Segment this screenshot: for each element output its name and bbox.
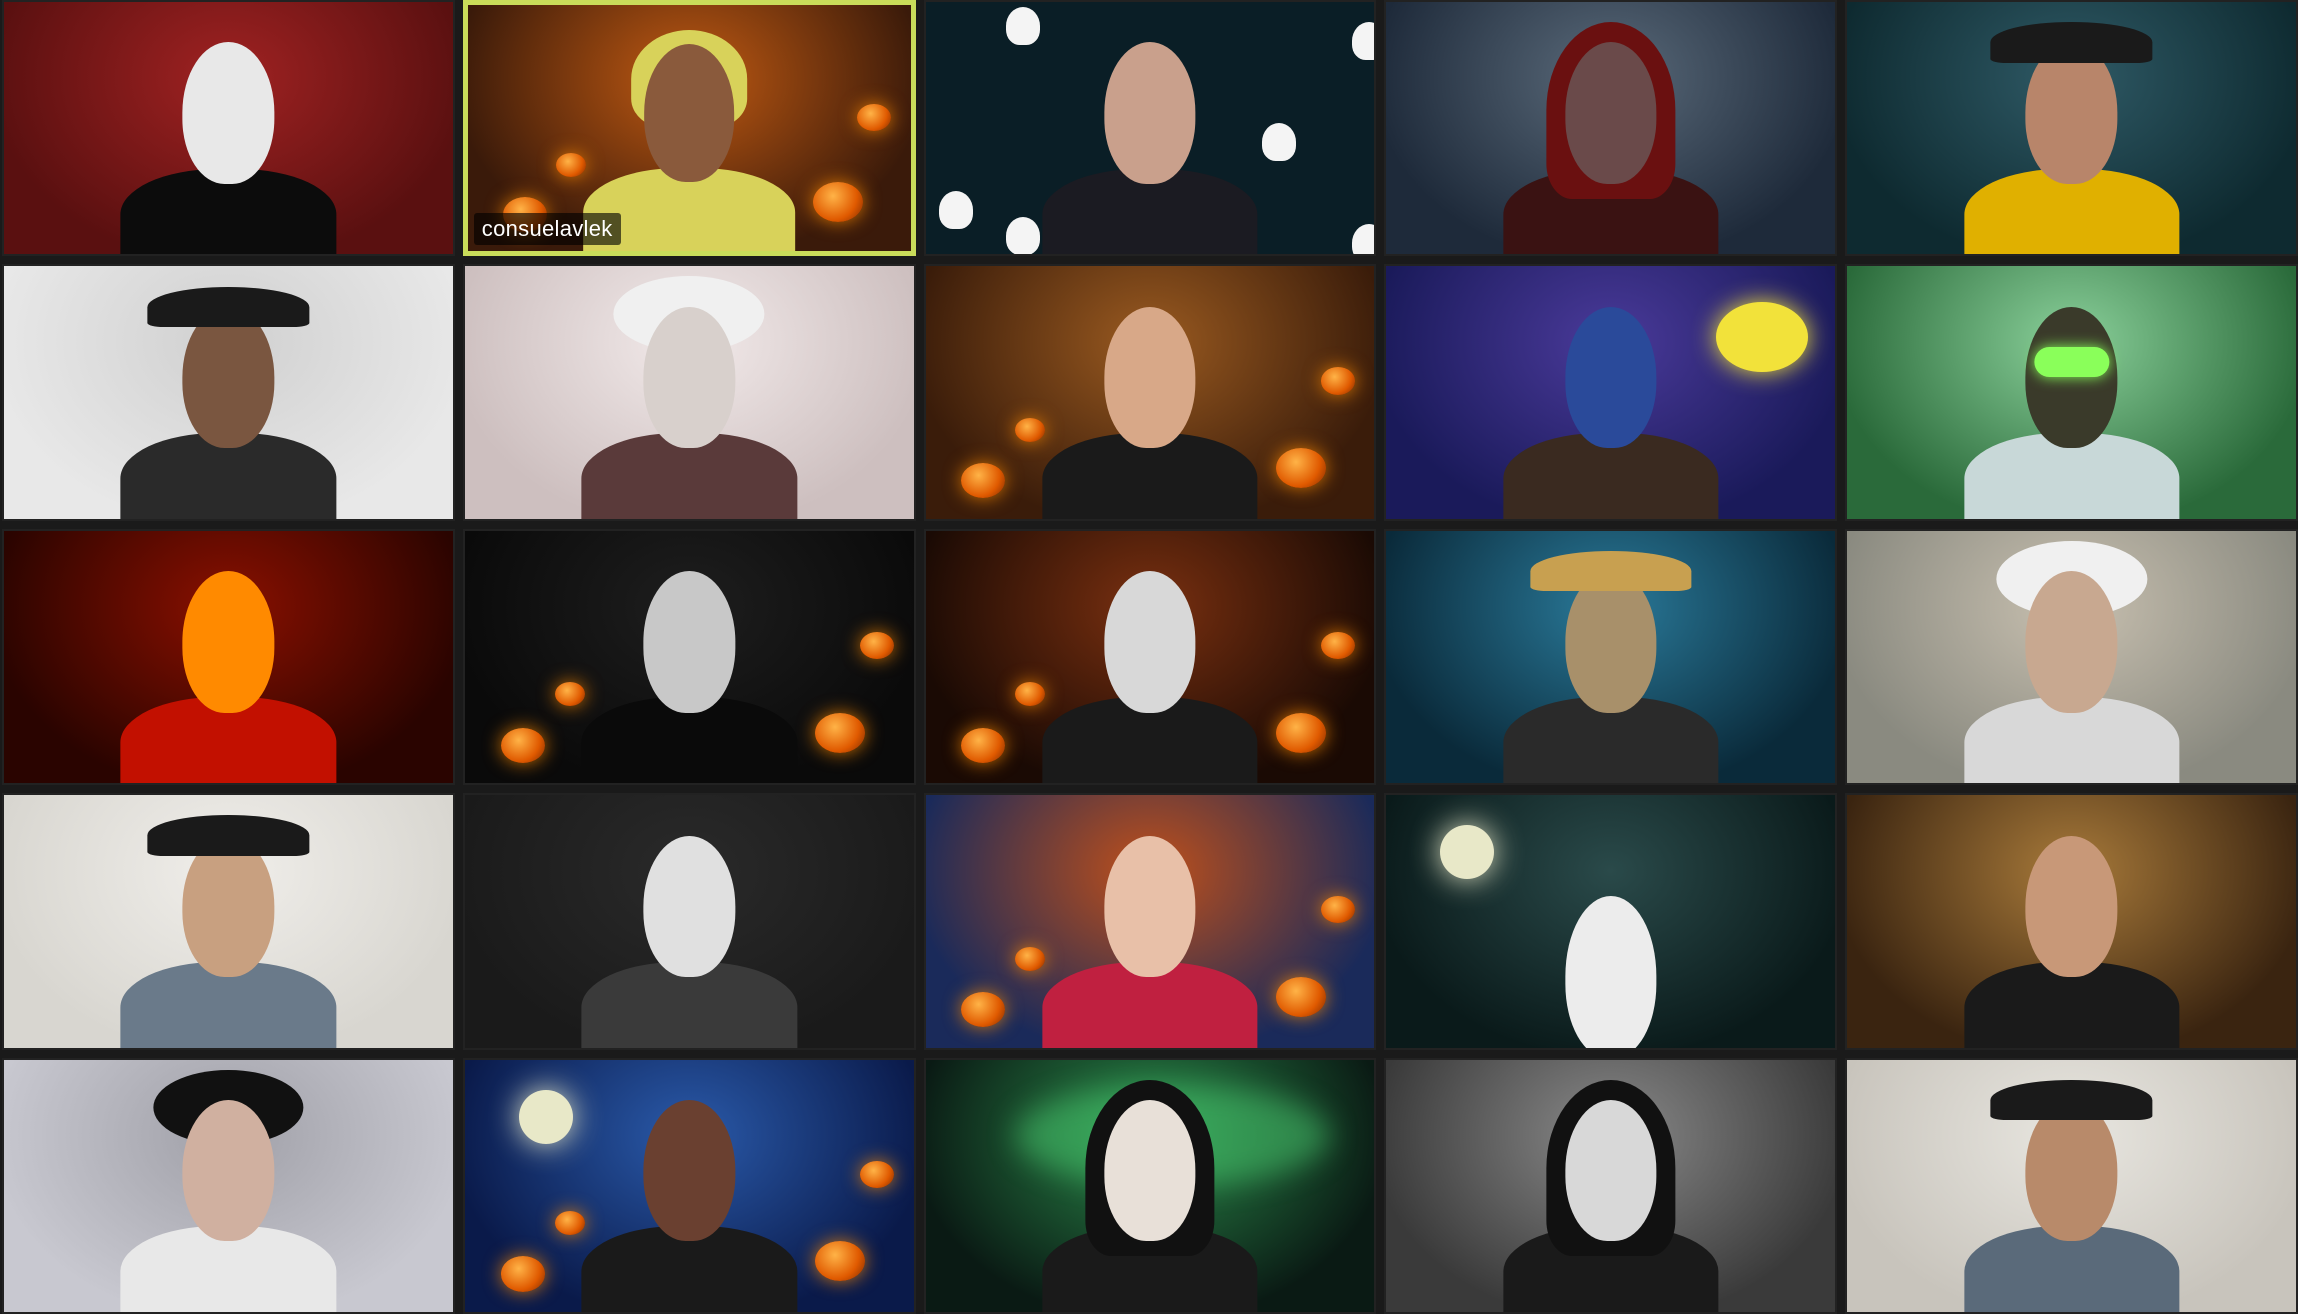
- participant-face: [182, 42, 275, 184]
- participant-tile[interactable]: [1845, 793, 2298, 1050]
- participant-figure: [94, 1060, 363, 1312]
- participant-tile[interactable]: [923, 264, 1377, 521]
- participant-face: [2025, 571, 2118, 713]
- participant-figure: [1015, 795, 1284, 1048]
- participant-tile[interactable]: [2, 0, 455, 257]
- participant-name-label: consuelavlek: [473, 213, 621, 246]
- participant-figure: [1476, 266, 1745, 519]
- participant-face: [643, 1099, 735, 1242]
- pumpkin-decoration: [1320, 896, 1355, 924]
- participant-tile[interactable]: consuelavlek: [462, 0, 916, 257]
- participant-tile[interactable]: [1384, 528, 1838, 786]
- participant-face: [182, 306, 275, 449]
- hat-accessory: [1990, 22, 2153, 63]
- participant-tile[interactable]: [1384, 793, 1838, 1050]
- participant-figure: [1015, 1060, 1284, 1312]
- participant-figure: [94, 531, 363, 784]
- participant-tile[interactable]: [923, 0, 1377, 257]
- participant-face: [1564, 42, 1657, 184]
- gas-mask-accessory: [2033, 347, 2110, 378]
- participant-tile[interactable]: [462, 264, 916, 521]
- hat-accessory: [1990, 1079, 2153, 1121]
- participant-tile[interactable]: [923, 793, 1377, 1050]
- pumpkin-decoration: [857, 103, 892, 131]
- participant-tile[interactable]: [462, 528, 916, 786]
- participant-face: [1104, 835, 1196, 977]
- participant-figure: [1015, 531, 1284, 784]
- participant-face: [1564, 1099, 1657, 1242]
- pumpkin-decoration: [859, 1160, 894, 1188]
- participant-figure: [555, 266, 824, 519]
- video-gallery: consuelavlek: [0, 0, 2298, 1314]
- participant-face: [644, 44, 735, 183]
- participant-face: [643, 571, 735, 713]
- participant-face: [1564, 571, 1657, 713]
- participant-tile[interactable]: [923, 1057, 1377, 1314]
- hat-accessory: [147, 286, 310, 327]
- participant-face: [1104, 306, 1196, 449]
- ghost-decoration: [1351, 22, 1375, 61]
- pumpkin-decoration: [859, 631, 894, 659]
- participant-face: [1104, 571, 1196, 713]
- participant-tile[interactable]: [2, 264, 455, 521]
- participant-face: [1104, 1099, 1196, 1242]
- participant-face: [182, 571, 275, 713]
- participant-tile[interactable]: [1845, 528, 2298, 786]
- participant-figure: [555, 1060, 824, 1312]
- participant-tile[interactable]: [2, 528, 455, 786]
- participant-tile[interactable]: [462, 1057, 916, 1314]
- participant-figure: [1476, 795, 1745, 1048]
- participant-face: [2025, 1099, 2118, 1242]
- participant-face: [2025, 306, 2118, 449]
- participant-figure: [1937, 266, 2206, 519]
- participant-figure: [1015, 2, 1284, 255]
- pumpkin-decoration: [500, 727, 545, 763]
- participant-figure: [1937, 2, 2206, 255]
- participant-figure: [1476, 1060, 1745, 1312]
- participant-face: [643, 835, 735, 977]
- participant-tile[interactable]: [1384, 1057, 1838, 1314]
- pumpkin-decoration: [500, 1256, 545, 1292]
- participant-face: [182, 835, 275, 977]
- participant-face: [1564, 306, 1657, 449]
- participant-face: [2025, 42, 2118, 184]
- participant-figure: [1015, 266, 1284, 519]
- participant-face: [1104, 42, 1196, 184]
- participant-tile[interactable]: [462, 793, 916, 1050]
- participant-tile[interactable]: [2, 1057, 455, 1314]
- participant-tile[interactable]: [1845, 1057, 2298, 1314]
- participant-figure: [1476, 2, 1745, 255]
- participant-figure: [1937, 1060, 2206, 1312]
- participant-face: [182, 1099, 275, 1242]
- participant-figure: [94, 2, 363, 255]
- participant-tile[interactable]: [1845, 264, 2298, 521]
- participant-tile[interactable]: [1384, 0, 1838, 257]
- participant-face: [2025, 835, 2118, 977]
- hat-accessory: [1529, 550, 1692, 592]
- participant-figure: [94, 795, 363, 1048]
- participant-figure: [1937, 795, 2206, 1048]
- ghost-decoration: [939, 191, 974, 230]
- pumpkin-decoration: [1320, 631, 1355, 659]
- pumpkin-decoration: [961, 727, 1006, 763]
- participant-tile[interactable]: [923, 528, 1377, 786]
- participant-figure: [94, 266, 363, 519]
- hat-accessory: [147, 815, 310, 856]
- pumpkin-decoration: [1320, 367, 1355, 395]
- participant-tile[interactable]: [2, 793, 455, 1050]
- participant-face: [1564, 896, 1657, 1048]
- participant-figure: [1476, 531, 1745, 784]
- participant-figure: [1937, 531, 2206, 784]
- participant-face: [643, 306, 735, 449]
- participant-figure: [555, 531, 824, 784]
- participant-tile[interactable]: [1384, 264, 1838, 521]
- participant-figure: [555, 795, 824, 1048]
- participant-tile[interactable]: [1845, 0, 2298, 257]
